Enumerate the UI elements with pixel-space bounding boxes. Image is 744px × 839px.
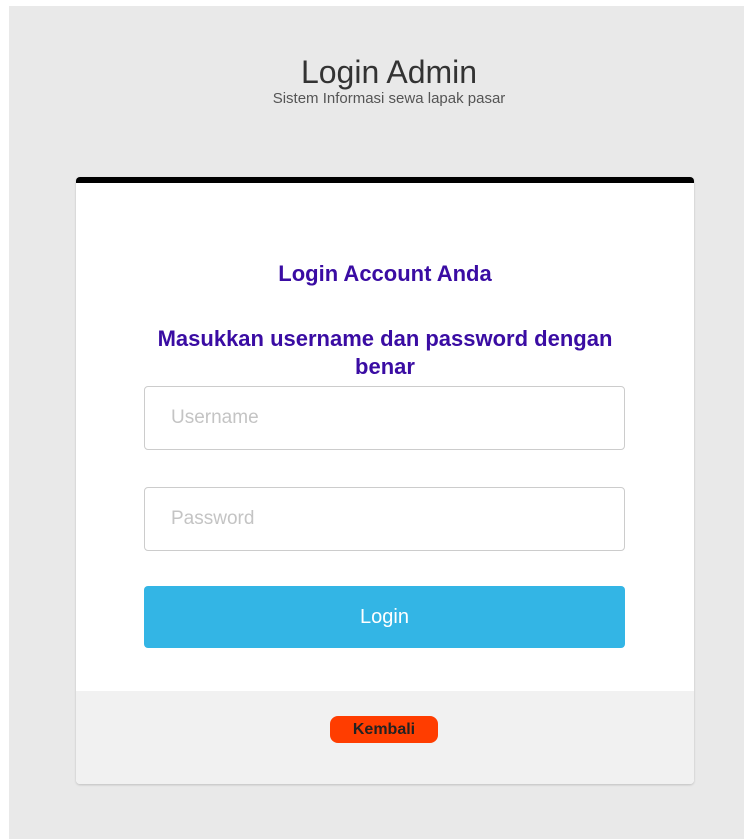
password-input[interactable] — [144, 487, 625, 551]
page-title: Login Admin — [300, 54, 478, 91]
login-instruction: Masukkan username dan password dengan be… — [157, 326, 613, 379]
login-card: Login Account Anda Masukkan username dan… — [76, 177, 694, 784]
login-button[interactable]: Login — [144, 586, 625, 648]
login-card-heading: Login Account Anda — [278, 261, 492, 286]
login-page: Login Admin Sistem Informasi sewa lapak … — [9, 6, 744, 839]
back-button[interactable]: Kembali — [330, 716, 438, 743]
page-subtitle: Sistem Informasi sewa lapak pasar — [272, 90, 506, 107]
login-card-footer: Kembali — [76, 691, 694, 784]
username-input[interactable] — [144, 386, 625, 450]
